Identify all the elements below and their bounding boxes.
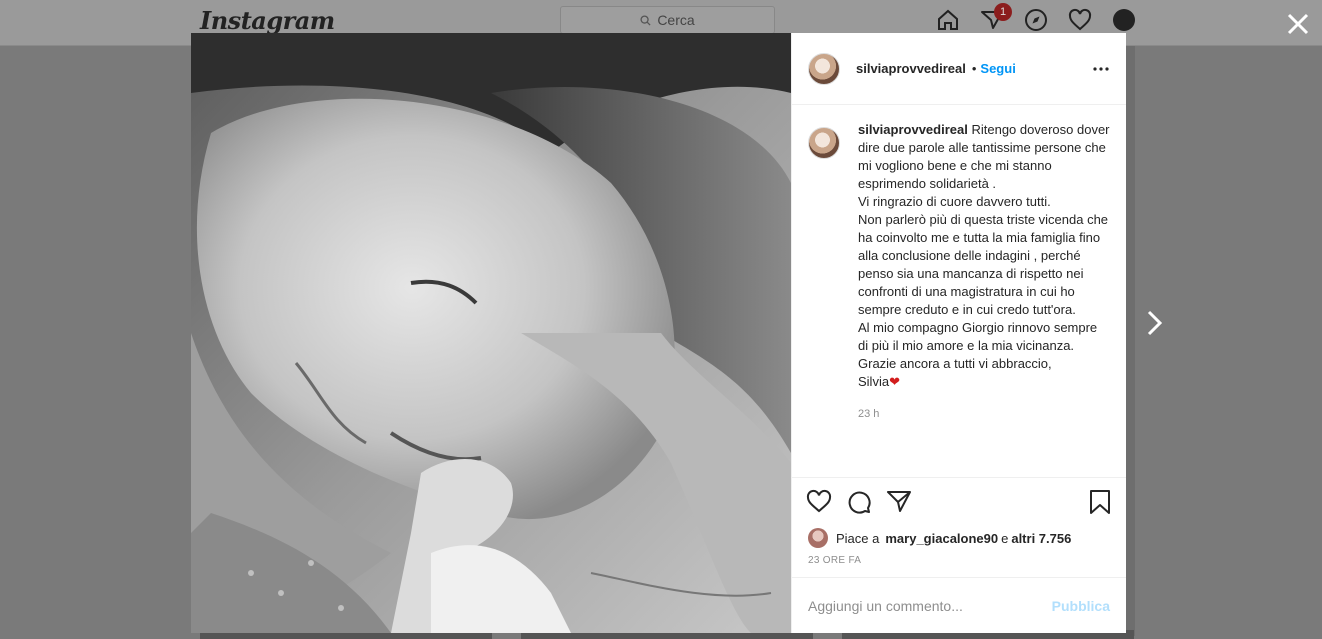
liker-avatar[interactable]	[808, 528, 828, 548]
comment-input[interactable]	[808, 597, 1052, 614]
share-send-icon[interactable]	[886, 489, 912, 515]
background-feed-edge	[1126, 46, 1135, 636]
caption-text: Ritengo doveroso dover dire due parole a…	[858, 122, 1110, 389]
caption: silviaprovvedireal Ritengo doveroso dove…	[858, 121, 1110, 477]
profile-avatar[interactable]	[1113, 9, 1135, 31]
post-modal: silviaprovvedireal • Segui silviaprovved…	[191, 33, 1126, 633]
notification-badge: 1	[994, 3, 1012, 21]
next-post-chevron-icon[interactable]	[1144, 309, 1166, 337]
red-heart-emoji: ❤	[889, 374, 900, 389]
instagram-logo[interactable]: Instagram	[200, 6, 335, 35]
more-options-icon[interactable]	[1092, 61, 1110, 77]
publish-comment-button[interactable]: Pubblica	[1052, 598, 1110, 614]
close-icon[interactable]	[1286, 12, 1310, 36]
liker-username[interactable]: mary_giacalone90	[885, 531, 998, 546]
likes-prefix: Piace a	[836, 530, 880, 546]
post-photo-image	[191, 33, 791, 633]
author-username[interactable]: silviaprovvedireal	[856, 61, 966, 76]
search-box[interactable]: Cerca	[560, 6, 775, 34]
likes-conjunction: e	[1001, 530, 1009, 546]
home-icon[interactable]	[936, 8, 960, 32]
explore-compass-icon[interactable]	[1024, 8, 1048, 32]
caption-author-avatar[interactable]	[808, 127, 840, 159]
search-placeholder: Cerca	[657, 12, 695, 28]
comment-bubble-icon[interactable]	[846, 489, 872, 515]
bookmark-save-icon[interactable]	[1088, 489, 1112, 515]
search-icon	[640, 14, 651, 26]
author-avatar[interactable]	[808, 52, 840, 85]
header-separator: •	[971, 61, 977, 76]
post-photo[interactable]	[191, 33, 791, 633]
follow-button[interactable]: Segui	[980, 61, 1015, 76]
comment-form: Pubblica	[792, 577, 1126, 633]
action-bar	[792, 477, 1126, 525]
caption-timestamp[interactable]: 23 h	[858, 405, 1110, 423]
likes-others-count[interactable]: altri 7.756	[1011, 531, 1071, 546]
post-header: silviaprovvedireal • Segui	[792, 33, 1126, 105]
post-date[interactable]: 23 ORE FA	[792, 551, 1126, 577]
likes-summary: Piace a mary_giacalone90 e altri 7.756	[792, 525, 1126, 551]
caption-username[interactable]: silviaprovvedireal	[858, 122, 968, 137]
activity-heart-icon[interactable]	[1068, 8, 1092, 32]
caption-section: silviaprovvedireal Ritengo doveroso dove…	[792, 105, 1126, 477]
like-heart-icon[interactable]	[806, 489, 832, 515]
post-sidebar: silviaprovvedireal • Segui silviaprovved…	[791, 33, 1126, 633]
